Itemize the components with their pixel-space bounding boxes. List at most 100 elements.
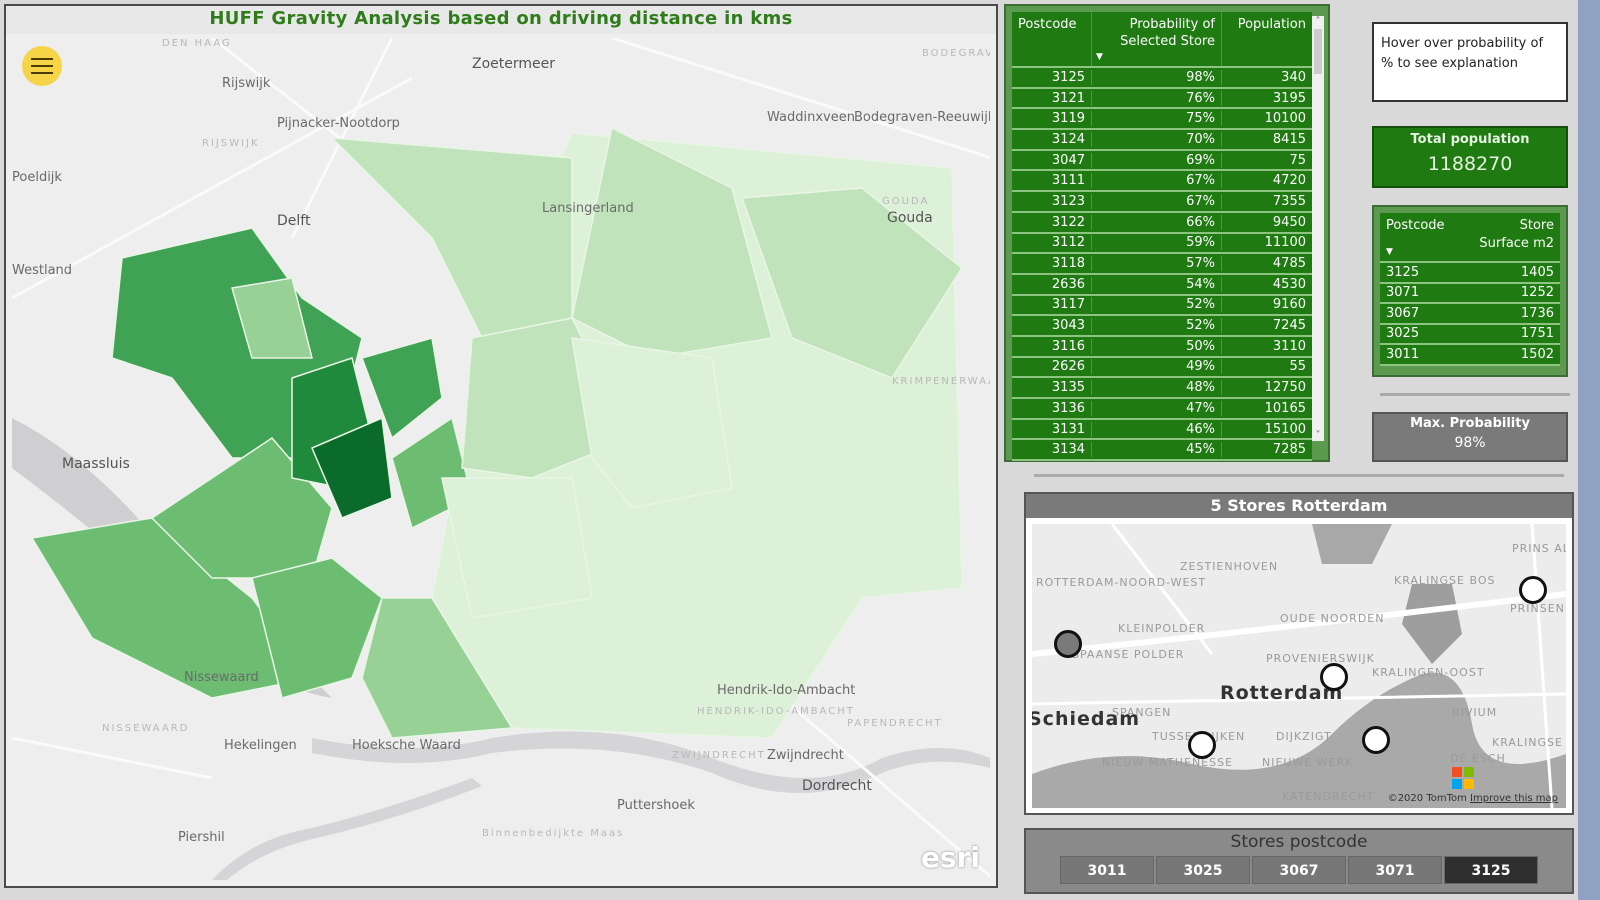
store-row[interactable]: 3011 1502 xyxy=(1380,345,1560,366)
stores-map-title: 5 Stores Rotterdam xyxy=(1026,494,1572,518)
store-marker-3025[interactable] xyxy=(1188,731,1216,759)
map-place-label: Gouda xyxy=(887,210,933,226)
table-row[interactable]: 3121 76% 3195 xyxy=(1012,89,1312,110)
table-row[interactable]: 2636 54% 4530 xyxy=(1012,275,1312,296)
table-row[interactable]: 2626 49% 55 xyxy=(1012,358,1312,379)
population-cell: 15100 xyxy=(1264,421,1306,437)
table-row[interactable]: 3047 69% 75 xyxy=(1012,151,1312,172)
microsoft-logo-icon xyxy=(1452,767,1474,789)
population-cell: 9160 xyxy=(1272,297,1306,313)
postcode-cell: 2626 xyxy=(1012,359,1092,375)
postcode-cell: 3122 xyxy=(1012,214,1092,230)
map-place-label: Pijnacker-Nootdorp xyxy=(277,116,400,131)
slicer-title: Stores postcode xyxy=(1230,832,1368,852)
store-row[interactable]: 3025 1751 xyxy=(1380,325,1560,345)
store-marker-3125[interactable] xyxy=(1519,576,1547,604)
population-cell: 3110 xyxy=(1272,338,1306,354)
postcode-cell: 3135 xyxy=(1012,380,1092,396)
postcode-cell: 3117 xyxy=(1012,297,1092,313)
background-window-edge xyxy=(1578,0,1600,900)
table-row[interactable]: 3111 67% 4720 xyxy=(1012,171,1312,193)
probability-cell: 49% xyxy=(1092,359,1222,375)
map-place-label: Hendrik-Ido-Ambacht xyxy=(717,683,856,698)
store-surface-cell: 1252 xyxy=(1520,285,1554,301)
map-place-label: Westland xyxy=(12,263,73,278)
map-place-label: Dordrecht xyxy=(802,778,872,794)
store-marker-3011[interactable] xyxy=(1054,630,1082,658)
map-attribution: ©2020 TomTom Improve this map xyxy=(1387,793,1558,804)
postcode-cell: 3125 xyxy=(1012,69,1092,85)
table-row[interactable]: 3117 52% 9160 xyxy=(1012,296,1312,317)
header-store-surface[interactable]: Store Surface m2 xyxy=(1466,217,1554,257)
store-table-body: 3125 1405 3071 1252 3067 1736 3025 1751 3011 1502 xyxy=(1380,263,1560,366)
slicer-option-3025[interactable]: 3025 xyxy=(1156,856,1250,884)
district-label: NIEUWE WERK xyxy=(1262,756,1354,769)
table-row[interactable]: 3119 75% 10100 xyxy=(1012,109,1312,131)
store-marker-3067[interactable] xyxy=(1320,663,1348,691)
improve-map-link[interactable]: Improve this map xyxy=(1470,793,1558,804)
population-cell: 12750 xyxy=(1264,380,1306,396)
map-place-label: DEN HAAG xyxy=(162,38,232,49)
table-row[interactable]: 3131 46% 15100 xyxy=(1012,420,1312,441)
max-probability-value: 98% xyxy=(1454,435,1486,451)
table-row[interactable]: 3135 48% 12750 xyxy=(1012,378,1312,399)
table-row[interactable]: 3123 67% 7355 xyxy=(1012,192,1312,213)
store-postcode-cell: 3125 xyxy=(1386,264,1420,280)
store-surface-cell: 1736 xyxy=(1520,305,1554,321)
slicer-options: 3011 3025 3067 3071 3125 xyxy=(1026,856,1572,884)
postcode-region[interactable] xyxy=(330,137,573,339)
table-row[interactable]: 3118 57% 4785 xyxy=(1012,254,1312,275)
scroll-thumb[interactable] xyxy=(1314,29,1322,74)
stores-map[interactable]: ZESTIENHOVEN ROTTERDAM-NOORD-WEST KLEINPOL… xyxy=(1032,524,1566,808)
postcode-cell: 3131 xyxy=(1012,421,1092,437)
store-table: Postcode ▼ Store Surface m2 3125 1405 3071… xyxy=(1380,213,1560,366)
table-row[interactable]: 3043 52% 7245 xyxy=(1012,316,1312,337)
header-postcode[interactable]: Postcode xyxy=(1012,12,1092,66)
store-row[interactable]: 3071 1252 xyxy=(1380,284,1560,304)
slicer-option-3067[interactable]: 3067 xyxy=(1252,856,1346,884)
postcode-cell: 3116 xyxy=(1012,338,1092,354)
table-row[interactable]: 3125 98% 340 xyxy=(1012,68,1312,89)
max-probability-label: Max. Probability xyxy=(1410,416,1530,431)
table-row[interactable]: 3134 45% 7285 xyxy=(1012,440,1312,462)
population-cell: 10165 xyxy=(1264,400,1306,416)
probability-cell: 48% xyxy=(1092,380,1222,396)
probability-cell: 54% xyxy=(1092,276,1222,292)
probability-cell: 52% xyxy=(1092,318,1222,334)
slicer-option-3125[interactable]: 3125 xyxy=(1444,856,1538,884)
header-store-postcode[interactable]: Postcode ▼ xyxy=(1386,217,1466,257)
map-place-label: NISSEWAARD xyxy=(102,723,190,734)
district-label: DE ESCH xyxy=(1450,752,1506,765)
district-label: DIJKZIGT xyxy=(1276,730,1332,743)
probability-cell: 67% xyxy=(1092,173,1222,189)
district-label: ROTTERDAM-NOORD-WEST xyxy=(1036,576,1207,589)
table-row[interactable]: 3112 59% 11100 xyxy=(1012,234,1312,255)
table-row[interactable]: 3136 47% 10165 xyxy=(1012,399,1312,420)
header-population[interactable]: Population xyxy=(1222,12,1312,66)
probability-cell: 59% xyxy=(1092,235,1222,251)
table-row[interactable]: 3124 70% 8415 xyxy=(1012,130,1312,151)
probability-cell: 76% xyxy=(1092,90,1222,106)
hamburger-menu-button[interactable] xyxy=(22,46,62,86)
scroll-up-icon[interactable]: ˄ xyxy=(1312,16,1324,27)
store-row[interactable]: 3125 1405 xyxy=(1380,263,1560,284)
choropleth-map[interactable]: DEN HAAG Zoetermeer Rijswijk Pijnacker-Noot… xyxy=(12,38,990,880)
map-place-label: Waddinxveen xyxy=(767,110,855,125)
slicer-option-3071[interactable]: 3071 xyxy=(1348,856,1442,884)
population-cell: 10100 xyxy=(1264,111,1306,127)
scroll-down-icon[interactable]: ˅ xyxy=(1312,430,1324,441)
map-place-label: KRIMPENERWAARD xyxy=(892,376,990,387)
map-place-label: Hekelingen xyxy=(224,738,297,753)
store-row[interactable]: 3067 1736 xyxy=(1380,304,1560,325)
map-place-label: BODEGRAVEN xyxy=(922,48,990,59)
population-cell: 8415 xyxy=(1272,131,1306,147)
district-label: KRALINGSE xyxy=(1492,736,1563,749)
store-marker-3071[interactable] xyxy=(1362,726,1390,754)
table-row[interactable]: 3122 66% 9450 xyxy=(1012,213,1312,234)
probability-table-visual: Postcode Probability of Selected Store ▼… xyxy=(1004,4,1330,462)
table-scrollbar[interactable]: ˄ ˅ xyxy=(1312,16,1324,441)
header-probability[interactable]: Probability of Selected Store ▼ xyxy=(1092,12,1222,66)
slicer-option-3011[interactable]: 3011 xyxy=(1060,856,1154,884)
probability-cell: 66% xyxy=(1092,214,1222,230)
table-row[interactable]: 3116 50% 3110 xyxy=(1012,337,1312,358)
